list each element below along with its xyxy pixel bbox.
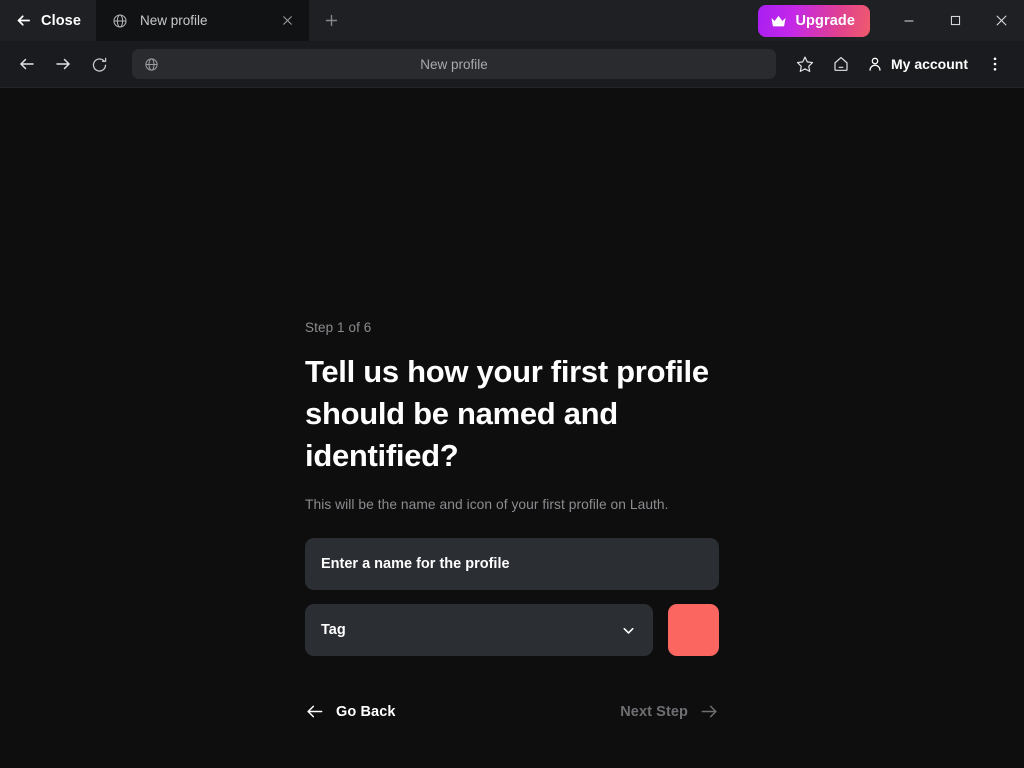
window-controls-area: Upgrade (758, 0, 1024, 41)
star-icon (796, 55, 814, 73)
next-step-button[interactable]: Next Step (620, 702, 719, 721)
arrow-left-icon (15, 12, 32, 29)
profile-color-swatch[interactable] (668, 604, 719, 656)
address-bar-text: New profile (420, 56, 488, 72)
globe-icon (112, 13, 128, 29)
minimize-button[interactable] (886, 0, 932, 41)
forward-button[interactable] (46, 47, 80, 81)
profile-setup-wizard: Step 1 of 6 Tell us how your first profi… (305, 320, 719, 721)
close-icon[interactable] (277, 11, 297, 31)
go-back-button[interactable]: Go Back (305, 702, 396, 721)
reload-button[interactable] (82, 47, 116, 81)
plus-icon (323, 12, 340, 29)
upgrade-button[interactable]: Upgrade (758, 4, 870, 37)
step-indicator: Step 1 of 6 (305, 320, 372, 335)
maximize-button[interactable] (932, 0, 978, 41)
arrow-left-icon (18, 55, 36, 73)
title-bar: Close New profile Upgrade (0, 0, 1024, 41)
wallet-icon (832, 55, 850, 73)
person-icon (866, 55, 884, 73)
browser-toolbar: New profile My account (0, 41, 1024, 88)
tag-row: Tag (305, 604, 719, 656)
more-vertical-icon (986, 55, 1004, 73)
close-profile-button[interactable]: Close (0, 0, 96, 41)
globe-icon (144, 57, 159, 72)
crown-icon (770, 14, 787, 28)
bookmark-button[interactable] (788, 47, 822, 81)
arrow-left-icon (305, 702, 324, 721)
address-bar[interactable]: New profile (132, 49, 776, 79)
profile-name-input[interactable] (305, 538, 719, 590)
page-subtitle: This will be the name and icon of your f… (305, 497, 669, 512)
tab-new-profile[interactable]: New profile (96, 0, 309, 41)
back-button[interactable] (10, 47, 44, 81)
minimize-icon (902, 14, 916, 28)
wizard-navigation: Go Back Next Step (305, 702, 719, 721)
next-step-label: Next Step (620, 703, 688, 720)
tab-title: New profile (140, 13, 208, 28)
arrow-right-icon (700, 702, 719, 721)
chevron-down-icon (620, 622, 637, 639)
page-title: Tell us how your first profile should be… (305, 354, 709, 473)
maximize-icon (949, 14, 962, 27)
close-icon (994, 13, 1009, 28)
wallet-button[interactable] (824, 47, 858, 81)
go-back-label: Go Back (336, 703, 396, 720)
new-tab-button[interactable] (309, 0, 353, 41)
reload-icon (91, 56, 108, 73)
close-button-label: Close (41, 12, 81, 29)
tag-dropdown[interactable]: Tag (305, 604, 653, 656)
page-content: Step 1 of 6 Tell us how your first profi… (0, 88, 1024, 768)
my-account-label: My account (890, 56, 968, 72)
upgrade-button-label: Upgrade (795, 12, 855, 29)
arrow-right-icon (54, 55, 72, 73)
my-account-button[interactable]: My account (860, 47, 976, 81)
tab-strip: New profile (96, 0, 759, 41)
browser-menu-button[interactable] (978, 47, 1012, 81)
close-window-button[interactable] (978, 0, 1024, 41)
tag-dropdown-value: Tag (321, 622, 346, 638)
